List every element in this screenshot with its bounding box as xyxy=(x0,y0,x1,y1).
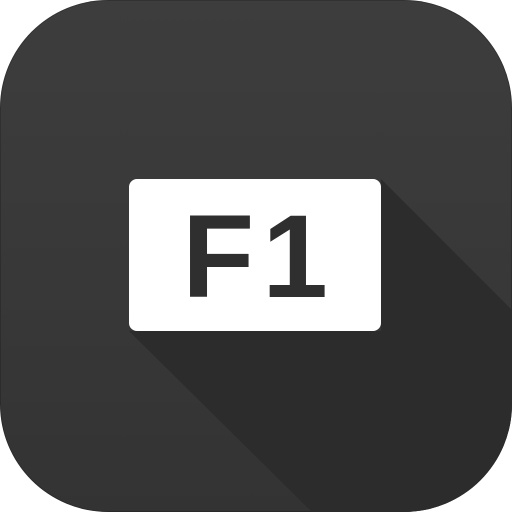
key-label: F1 xyxy=(182,191,336,323)
f1-key-cap: F1 xyxy=(129,179,381,331)
icon-tile-background: F1 xyxy=(0,0,512,512)
app-icon[interactable]: F1 xyxy=(0,0,512,512)
